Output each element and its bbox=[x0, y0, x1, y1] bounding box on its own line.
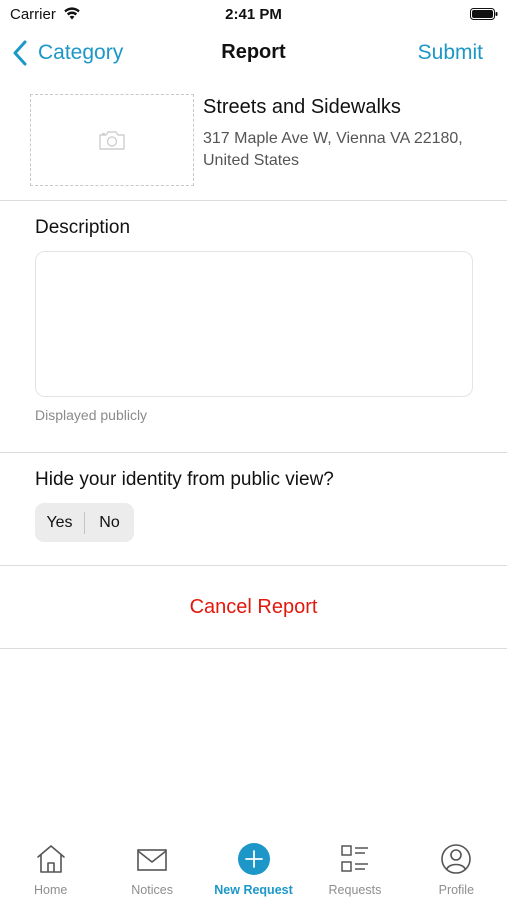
camera-icon bbox=[99, 131, 125, 150]
tab-new-request[interactable]: New Request bbox=[203, 842, 304, 900]
status-bar: Carrier 2:41 PM bbox=[0, 0, 507, 28]
tab-notices[interactable]: Notices bbox=[101, 842, 202, 900]
tab-new-request-label: New Request bbox=[214, 883, 293, 897]
divider bbox=[0, 200, 507, 201]
profile-icon bbox=[441, 844, 472, 874]
hide-identity-no-option[interactable]: No bbox=[85, 503, 134, 542]
divider bbox=[0, 565, 507, 566]
location-address: 317 Maple Ave W, Vienna VA 22180, United… bbox=[203, 130, 463, 169]
navigation-bar: Category Report Submit bbox=[0, 30, 507, 76]
back-button-label: Category bbox=[38, 41, 124, 64]
description-hint: Displayed publicly bbox=[35, 407, 148, 423]
add-photo-button[interactable] bbox=[30, 94, 194, 186]
description-field[interactable] bbox=[35, 251, 473, 397]
clock: 2:41 PM bbox=[225, 6, 282, 23]
tab-requests[interactable]: Requests bbox=[304, 842, 405, 900]
tab-profile[interactable]: Profile bbox=[406, 842, 507, 900]
submit-button[interactable]: Submit bbox=[418, 41, 483, 65]
home-icon bbox=[36, 845, 65, 873]
tab-home[interactable]: Home bbox=[0, 842, 101, 900]
divider bbox=[0, 452, 507, 453]
plus-circle-icon bbox=[237, 843, 270, 875]
divider bbox=[0, 648, 507, 649]
envelope-icon bbox=[137, 849, 167, 871]
battery-icon bbox=[470, 8, 498, 20]
back-button[interactable]: Category bbox=[12, 38, 123, 68]
hide-identity-question: Hide your identity from public view? bbox=[35, 469, 334, 490]
tab-home-label: Home bbox=[34, 883, 68, 897]
tab-notices-label: Notices bbox=[131, 883, 173, 897]
chevron-left-icon bbox=[13, 40, 27, 66]
report-screen: Carrier 2:41 PM Category Report Submit S… bbox=[0, 0, 507, 900]
category-name: Streets and Sidewalks bbox=[203, 96, 401, 118]
description-label: Description bbox=[35, 217, 131, 238]
tab-bar: Home Notices New Request Requests Profil… bbox=[0, 842, 507, 900]
cancel-report-button[interactable]: Cancel Report bbox=[0, 596, 507, 619]
tab-requests-label: Requests bbox=[328, 883, 382, 897]
list-grid-icon bbox=[341, 845, 368, 872]
tab-profile-label: Profile bbox=[438, 883, 475, 897]
hide-identity-yes-option[interactable]: Yes bbox=[35, 503, 84, 542]
hide-identity-segmented-control: Yes No bbox=[35, 503, 134, 542]
